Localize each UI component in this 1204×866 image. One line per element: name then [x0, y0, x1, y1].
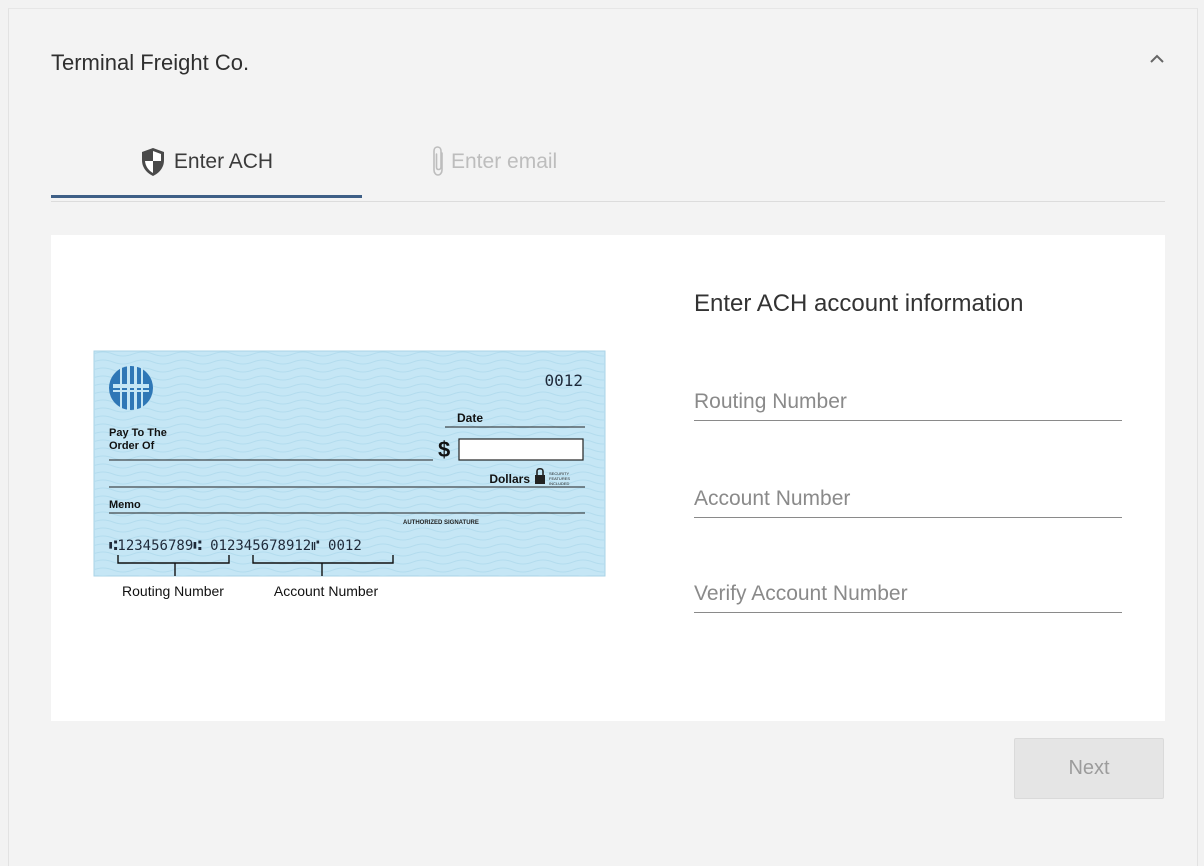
page-title: Terminal Freight Co.: [51, 50, 250, 75]
date-label: Date: [457, 411, 483, 425]
account-number-field: [694, 467, 1122, 518]
tab-bar: Enter ACH Enter email: [51, 125, 1165, 202]
amount-box: [458, 438, 584, 461]
tab-enter-email[interactable]: Enter email: [431, 125, 631, 199]
next-button[interactable]: Next: [1014, 738, 1164, 799]
micr-line: ⑆123456789⑆ 012345678912⑈ 0012: [109, 538, 362, 554]
memo-label: Memo: [109, 499, 141, 511]
collapse-button[interactable]: [1144, 46, 1170, 72]
ach-card: 0012 Date Pay To The Order Of $ Dollars …: [51, 235, 1165, 721]
routing-number-field: [694, 370, 1122, 421]
active-tab-indicator: [51, 195, 362, 198]
chevron-up-icon: [1150, 54, 1164, 63]
paperclip-icon: [433, 146, 443, 176]
verify-account-number-input[interactable]: [694, 582, 1122, 606]
tab-label: Enter email: [451, 150, 558, 173]
security-text-3: INCLUDED: [549, 481, 570, 486]
tab-enter-ach[interactable]: Enter ACH: [51, 125, 362, 199]
routing-number-input[interactable]: [694, 390, 1122, 414]
check-number: 0012: [544, 371, 583, 390]
pay-to-label-2: Order Of: [109, 440, 155, 452]
check-image: 0012 Date Pay To The Order Of $ Dollars …: [93, 350, 606, 599]
bank-logo: [109, 366, 153, 410]
dollars-label: Dollars: [489, 472, 530, 486]
verify-account-number-field: [694, 562, 1122, 613]
routing-number-caption: Routing Number: [122, 583, 224, 599]
form-title: Enter ACH account information: [694, 290, 1024, 317]
shield-icon: [141, 148, 164, 176]
check-illustration: 0012 Date Pay To The Order Of $ Dollars …: [93, 350, 606, 610]
tab-label: Enter ACH: [173, 150, 274, 173]
signature-label: AUTHORIZED SIGNATURE: [403, 520, 479, 526]
pay-to-label-1: Pay To The: [109, 427, 167, 439]
dollar-sign: $: [438, 437, 450, 462]
account-number-caption: Account Number: [274, 583, 379, 599]
account-number-input[interactable]: [694, 487, 1122, 511]
